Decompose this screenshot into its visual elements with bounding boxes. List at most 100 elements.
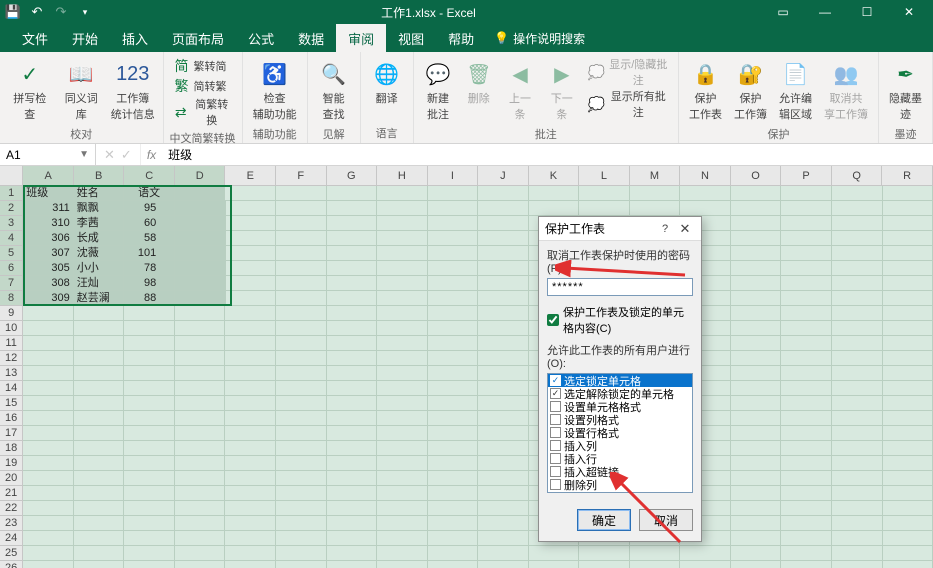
cell-D10[interactable] [175, 321, 226, 336]
cell-P26[interactable] [781, 561, 832, 568]
cell-R15[interactable] [883, 396, 933, 411]
cell-F5[interactable] [276, 246, 327, 261]
cell-Q2[interactable] [832, 201, 883, 216]
unshare-button[interactable]: 👥取消共 享工作簿 [820, 56, 872, 124]
cell-D22[interactable] [175, 501, 226, 516]
cell-F17[interactable] [276, 426, 327, 441]
cell-F11[interactable] [276, 336, 327, 351]
cell-J1[interactable] [478, 186, 529, 201]
cell-I24[interactable] [428, 531, 479, 546]
row-header-19[interactable]: 19 [0, 456, 23, 471]
cell-H21[interactable] [377, 486, 428, 501]
cell-R6[interactable] [883, 261, 933, 276]
cancel-button[interactable]: 取消 [639, 509, 693, 531]
cell-O25[interactable] [731, 546, 782, 561]
cell-C7[interactable]: 98 [124, 276, 175, 291]
cell-H12[interactable] [377, 351, 428, 366]
cell-D7[interactable] [175, 276, 226, 291]
cell-P24[interactable] [781, 531, 832, 546]
cell-D3[interactable] [175, 216, 226, 231]
col-header-D[interactable]: D [175, 166, 226, 186]
cell-A8[interactable]: 309 [23, 291, 74, 306]
cell-P18[interactable] [781, 441, 832, 456]
cell-B1[interactable]: 姓名 [74, 186, 125, 201]
permission-checkbox[interactable]: ✓ [550, 375, 561, 386]
cell-E11[interactable] [225, 336, 276, 351]
cell-D9[interactable] [175, 306, 226, 321]
cell-F25[interactable] [276, 546, 327, 561]
confirm-formula-icon[interactable]: ✓ [121, 147, 132, 163]
cell-I23[interactable] [428, 516, 479, 531]
cell-C21[interactable] [124, 486, 175, 501]
cell-C15[interactable] [124, 396, 175, 411]
cell-O4[interactable] [731, 231, 782, 246]
cell-B24[interactable] [74, 531, 125, 546]
cell-P16[interactable] [781, 411, 832, 426]
cell-C11[interactable] [124, 336, 175, 351]
cell-J19[interactable] [478, 456, 529, 471]
cell-A4[interactable]: 306 [23, 231, 74, 246]
cell-C17[interactable] [124, 426, 175, 441]
cell-N26[interactable] [680, 561, 731, 568]
cell-O13[interactable] [731, 366, 782, 381]
cell-G21[interactable] [327, 486, 378, 501]
cell-A21[interactable] [23, 486, 74, 501]
workbook-stats-button[interactable]: 123工作簿 统计信息 [109, 56, 157, 124]
cell-C12[interactable] [124, 351, 175, 366]
cell-E21[interactable] [225, 486, 276, 501]
col-header-I[interactable]: I [428, 166, 479, 186]
cell-J12[interactable] [478, 351, 529, 366]
cell-C22[interactable] [124, 501, 175, 516]
cell-H19[interactable] [377, 456, 428, 471]
cell-C18[interactable] [124, 441, 175, 456]
cell-P21[interactable] [781, 486, 832, 501]
cell-O14[interactable] [731, 381, 782, 396]
cell-Q5[interactable] [832, 246, 883, 261]
row-header-23[interactable]: 23 [0, 516, 23, 531]
permission-checkbox[interactable] [550, 427, 561, 438]
cell-R2[interactable] [883, 201, 933, 216]
cell-O8[interactable] [731, 291, 782, 306]
cell-D17[interactable] [175, 426, 226, 441]
cell-I18[interactable] [428, 441, 479, 456]
cell-P5[interactable] [781, 246, 832, 261]
ok-button[interactable]: 确定 [577, 509, 631, 531]
cell-R11[interactable] [883, 336, 933, 351]
cell-B3[interactable]: 李茜 [74, 216, 125, 231]
smart-lookup-button[interactable]: 🔍智能 查找 [314, 56, 354, 124]
name-box[interactable]: A1 ▼ [0, 144, 96, 165]
row-header-24[interactable]: 24 [0, 531, 23, 546]
cell-D21[interactable] [175, 486, 226, 501]
cell-E19[interactable] [225, 456, 276, 471]
permission-checkbox[interactable] [550, 453, 561, 464]
chevron-down-icon[interactable]: ▼ [79, 149, 89, 160]
cell-F24[interactable] [276, 531, 327, 546]
cell-D11[interactable] [175, 336, 226, 351]
cell-K25[interactable] [529, 546, 580, 561]
cell-P13[interactable] [781, 366, 832, 381]
cell-A9[interactable] [23, 306, 74, 321]
chinese-convert-button[interactable]: ⇄简繁转换 [170, 96, 236, 128]
cell-O24[interactable] [731, 531, 782, 546]
cell-B19[interactable] [74, 456, 125, 471]
row-header-21[interactable]: 21 [0, 486, 23, 501]
cell-M1[interactable] [630, 186, 681, 201]
row-header-18[interactable]: 18 [0, 441, 23, 456]
cell-E9[interactable] [225, 306, 276, 321]
row-header-4[interactable]: 4 [0, 231, 23, 246]
cell-O11[interactable] [731, 336, 782, 351]
cell-I26[interactable] [428, 561, 479, 568]
cell-E25[interactable] [225, 546, 276, 561]
cell-G4[interactable] [327, 231, 378, 246]
cell-D18[interactable] [175, 441, 226, 456]
row-header-25[interactable]: 25 [0, 546, 23, 561]
cell-I14[interactable] [428, 381, 479, 396]
cell-G15[interactable] [327, 396, 378, 411]
cell-O20[interactable] [731, 471, 782, 486]
col-header-H[interactable]: H [377, 166, 428, 186]
cell-I9[interactable] [428, 306, 479, 321]
dialog-titlebar[interactable]: 保护工作表 ? ✕ [539, 217, 701, 241]
cell-Q23[interactable] [832, 516, 883, 531]
cell-R12[interactable] [883, 351, 933, 366]
cell-R14[interactable] [883, 381, 933, 396]
